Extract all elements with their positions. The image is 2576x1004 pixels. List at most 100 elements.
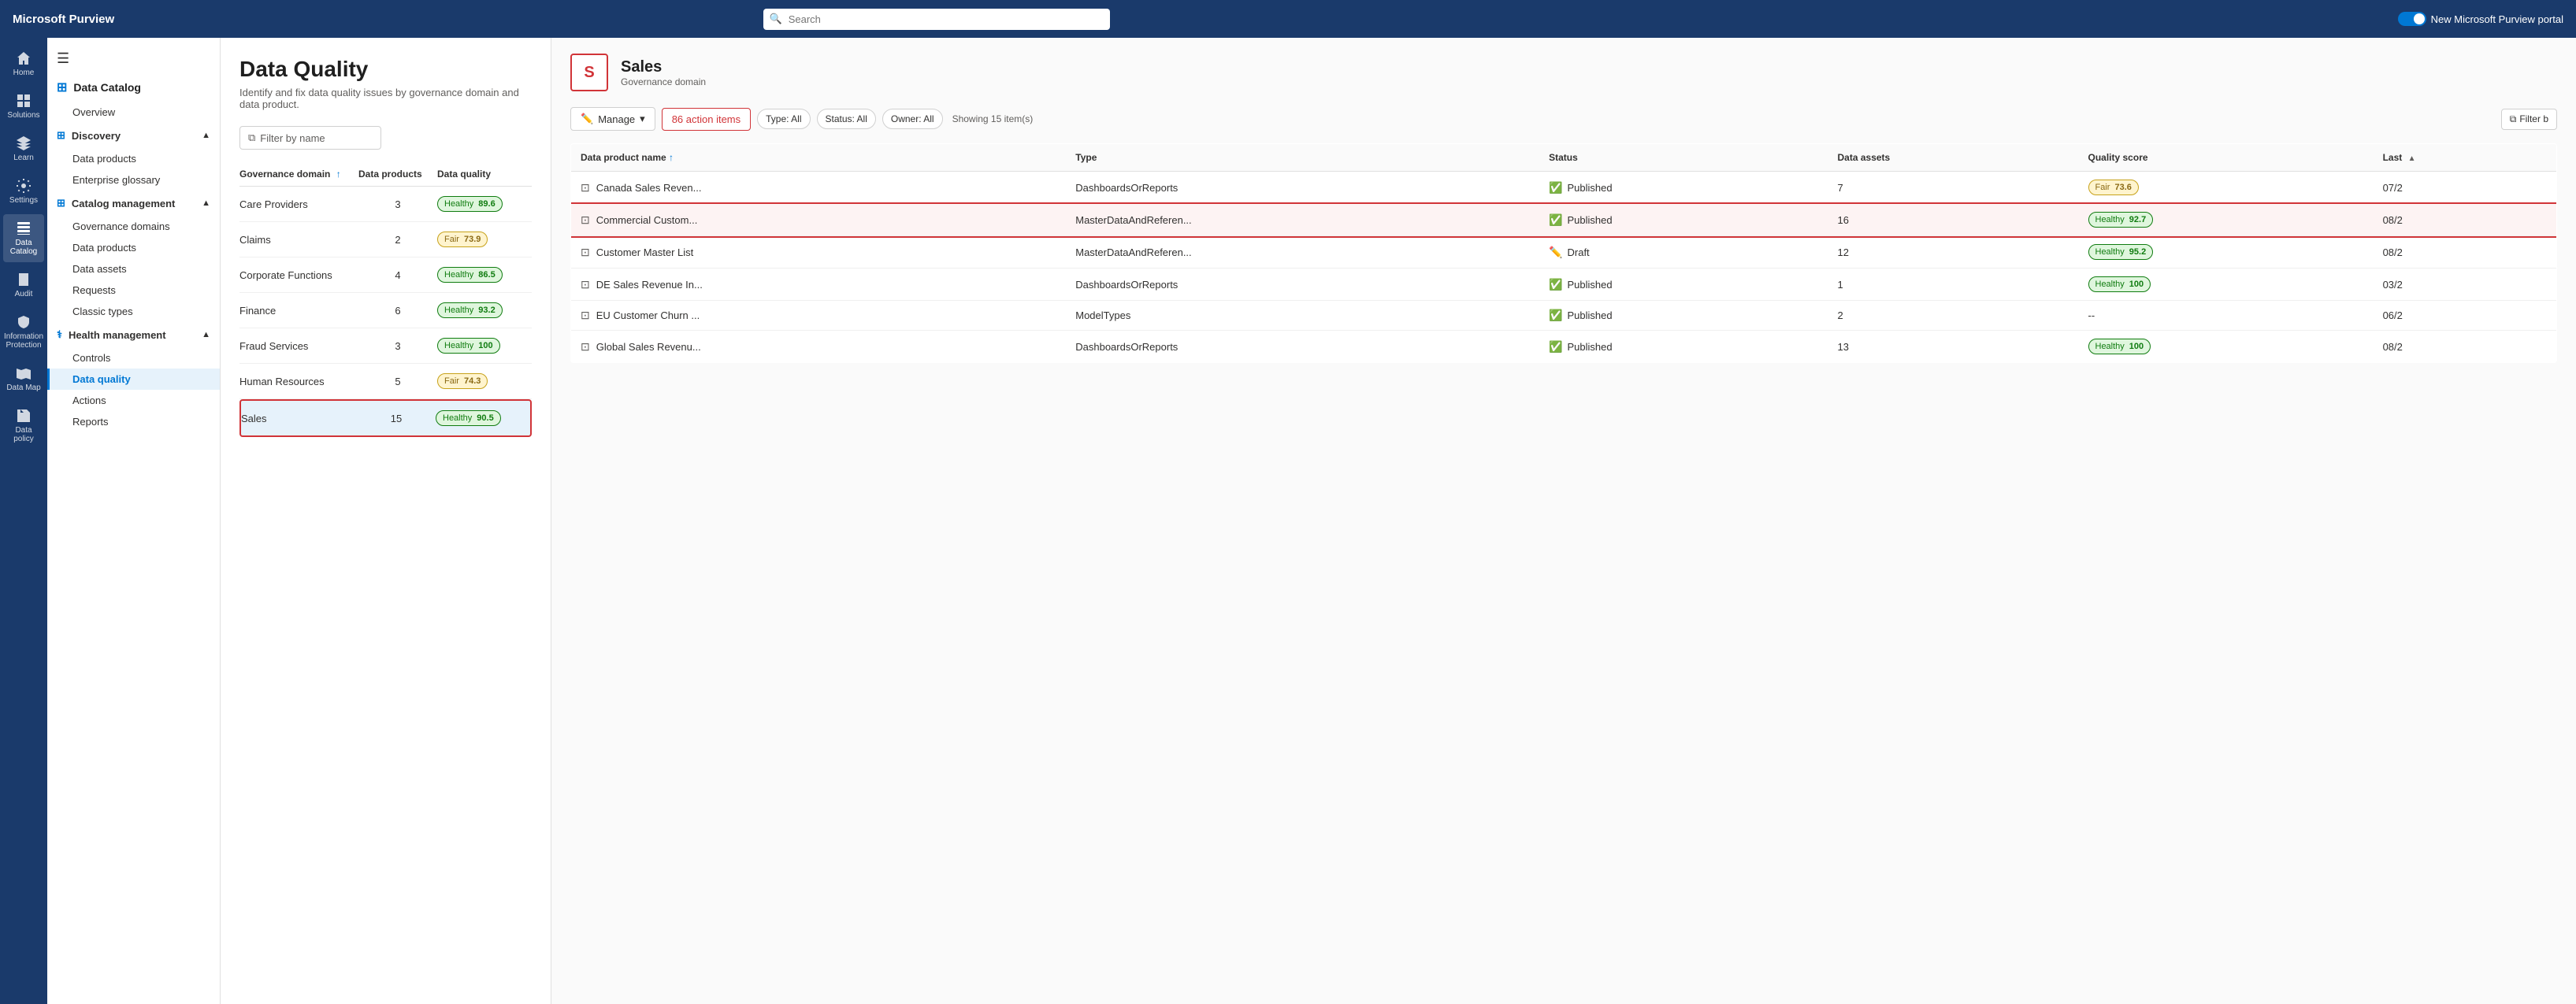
filter-right-button[interactable]: ⧉ Filter b: [2501, 109, 2557, 130]
data-assets-label: Data assets: [72, 263, 127, 275]
sidebar-catalog-label: Data Catalog: [6, 239, 41, 256]
sidebar-info-protection-label: Information Protection: [4, 332, 43, 350]
dp-row-eu-customer-churn[interactable]: ⊡ EU Customer Churn ... ModelTypes ✅ Pub…: [571, 301, 2557, 331]
nav-item-actions[interactable]: Actions: [47, 390, 220, 411]
domain-avatar: S: [570, 54, 608, 91]
nav-item-data-quality[interactable]: Data quality: [47, 369, 220, 390]
nav-item-requests[interactable]: Requests: [47, 280, 220, 301]
col-quality-header: Data quality: [437, 169, 532, 180]
governance-row-corporate-functions[interactable]: Corporate Functions 4 Healthy 86.5: [239, 257, 532, 293]
product-name-sort-icon: ↑: [669, 152, 674, 163]
sidebar-item-data-catalog[interactable]: Data Catalog: [3, 214, 44, 262]
quality-score: 89.6: [478, 199, 495, 209]
col-last-header: Last ▲: [2374, 144, 2557, 172]
governance-row-fraud-services[interactable]: Fraud Services 3 Healthy 100: [239, 328, 532, 364]
nav-group-discovery[interactable]: ⊞ Discovery ▲: [47, 123, 220, 148]
main-layout: Home Solutions Learn Settings Data Catal…: [0, 38, 2576, 1004]
sidebar-item-home[interactable]: Home: [3, 44, 44, 83]
q-label: Healthy: [2095, 280, 2125, 289]
nav-item-governance-domains[interactable]: Governance domains: [47, 216, 220, 237]
classic-types-label: Classic types: [72, 306, 133, 317]
governance-row-claims[interactable]: Claims 2 Fair 73.9: [239, 222, 532, 257]
hamburger-icon[interactable]: ☰: [47, 44, 220, 73]
discovery-group-icon: ⊞: [57, 129, 65, 142]
dp-assets-cell: 2: [1828, 301, 2079, 331]
col-products-header: Data products: [358, 169, 437, 180]
nav-item-classic-types[interactable]: Classic types: [47, 301, 220, 322]
product-name: Global Sales Revenu...: [596, 341, 701, 353]
search-icon: 🔍: [770, 13, 782, 25]
sidebar-item-data-map[interactable]: Data Map: [3, 359, 44, 398]
governance-table-body: Care Providers 3 Healthy 89.6 Claims 2 F…: [239, 187, 532, 437]
dp-assets-cell: 13: [1828, 331, 2079, 363]
reports-label: Reports: [72, 416, 109, 428]
governance-row-sales[interactable]: Sales 15 Healthy 90.5: [239, 399, 532, 437]
dp-row-canada-sales[interactable]: ⊡ Canada Sales Reven... DashboardsOrRepo…: [571, 172, 2557, 204]
col-product-name-header: Data product name ↑: [571, 144, 1067, 172]
action-items-button[interactable]: 86 action items: [662, 108, 751, 131]
dp-last-cell: 08/2: [2374, 204, 2557, 236]
nav-item-enterprise-glossary[interactable]: Enterprise glossary: [47, 169, 220, 191]
status-filter-chip[interactable]: Status: All: [817, 109, 876, 129]
dp-quality-cell: Fair 73.6: [2079, 172, 2374, 204]
dp-status-cell: ✅ Published: [1539, 331, 1828, 363]
data-products-table: Data product name ↑ Type Status Data ass…: [570, 143, 2557, 363]
sidebar-item-info-protection[interactable]: Information Protection: [3, 308, 44, 356]
nav-item-data-products[interactable]: Data products: [47, 148, 220, 169]
nav-group-catalog-management[interactable]: ⊞ Catalog management ▲: [47, 191, 220, 216]
governance-row-care-providers[interactable]: Care Providers 3 Healthy 89.6: [239, 187, 532, 222]
sidebar-learn-label: Learn: [13, 154, 34, 162]
sidebar-item-settings[interactable]: Settings: [3, 172, 44, 211]
nav-item-reports[interactable]: Reports: [47, 411, 220, 432]
col-quality-score-header: Quality score: [2079, 144, 2374, 172]
dp-type-cell: DashboardsOrReports: [1066, 172, 1539, 204]
status-text: Published: [1568, 309, 1613, 321]
data-products-label: Data products: [72, 153, 136, 165]
health-mgmt-collapse-icon: ▲: [202, 330, 210, 339]
status-text: Published: [1568, 214, 1613, 226]
products-cell: 4: [358, 269, 437, 281]
products-cell: 15: [357, 413, 436, 424]
quality-label: Healthy: [443, 413, 472, 423]
nav-group-health-management[interactable]: ⚕ Health management ▲: [47, 322, 220, 347]
nav-item-data-assets[interactable]: Data assets: [47, 258, 220, 280]
governance-row-human-resources[interactable]: Human Resources 5 Fair 74.3: [239, 364, 532, 399]
nav-item-data-products-mgmt[interactable]: Data products: [47, 237, 220, 258]
type-filter-chip[interactable]: Type: All: [757, 109, 810, 129]
products-cell: 2: [358, 234, 437, 246]
portal-toggle[interactable]: New Microsoft Purview portal: [2398, 12, 2563, 26]
owner-filter-chip[interactable]: Owner: All: [882, 109, 943, 129]
sidebar-data-policy-label: Data policy: [6, 426, 41, 443]
sidebar-item-solutions[interactable]: Solutions: [3, 87, 44, 126]
product-name: Commercial Custom...: [596, 214, 698, 226]
dp-row-global-sales-revenue[interactable]: ⊡ Global Sales Revenu... DashboardsOrRep…: [571, 331, 2557, 363]
governance-row-finance[interactable]: Finance 6 Healthy 93.2: [239, 293, 532, 328]
status-icon: ✅: [1549, 278, 1562, 291]
quality-badge-cell: Healthy 90.5: [436, 410, 530, 426]
filter-right-label: Filter b: [2519, 113, 2548, 124]
manage-chevron-icon: ▾: [640, 113, 645, 125]
dp-status-cell: ✅ Published: [1539, 204, 1828, 236]
nav-item-overview[interactable]: Overview: [47, 102, 220, 123]
sidebar-solutions-label: Solutions: [7, 111, 39, 120]
search-container: 🔍: [763, 9, 1110, 30]
dp-status-cell: ✅ Published: [1539, 269, 1828, 301]
manage-icon: ✏️: [581, 113, 593, 125]
dp-row-de-sales-revenue[interactable]: ⊡ DE Sales Revenue In... DashboardsOrRep…: [571, 269, 2557, 301]
last-sort-icon: ▲: [2408, 154, 2416, 163]
domain-name-cell: Sales: [241, 413, 357, 424]
sidebar-item-learn[interactable]: Learn: [3, 129, 44, 169]
status-text: Published: [1568, 341, 1613, 353]
nav-section-data-catalog[interactable]: ⊞ Data Catalog: [47, 73, 220, 102]
dp-row-commercial-custom[interactable]: ⊡ Commercial Custom... MasterDataAndRefe…: [571, 204, 2557, 236]
filter-by-name-input[interactable]: ⧉ Filter by name: [239, 126, 381, 150]
sidebar-item-audit[interactable]: Audit: [3, 265, 44, 305]
nav-item-controls[interactable]: Controls: [47, 347, 220, 369]
manage-button[interactable]: ✏️ Manage ▾: [570, 107, 655, 131]
sidebar-item-data-policy[interactable]: Data policy: [3, 402, 44, 450]
toggle-thumb: [2414, 13, 2425, 24]
search-input[interactable]: [763, 9, 1110, 30]
q-score: 100: [2129, 280, 2144, 289]
dp-row-customer-master-list[interactable]: ⊡ Customer Master List MasterDataAndRefe…: [571, 236, 2557, 269]
sidebar-settings-label: Settings: [9, 196, 38, 205]
